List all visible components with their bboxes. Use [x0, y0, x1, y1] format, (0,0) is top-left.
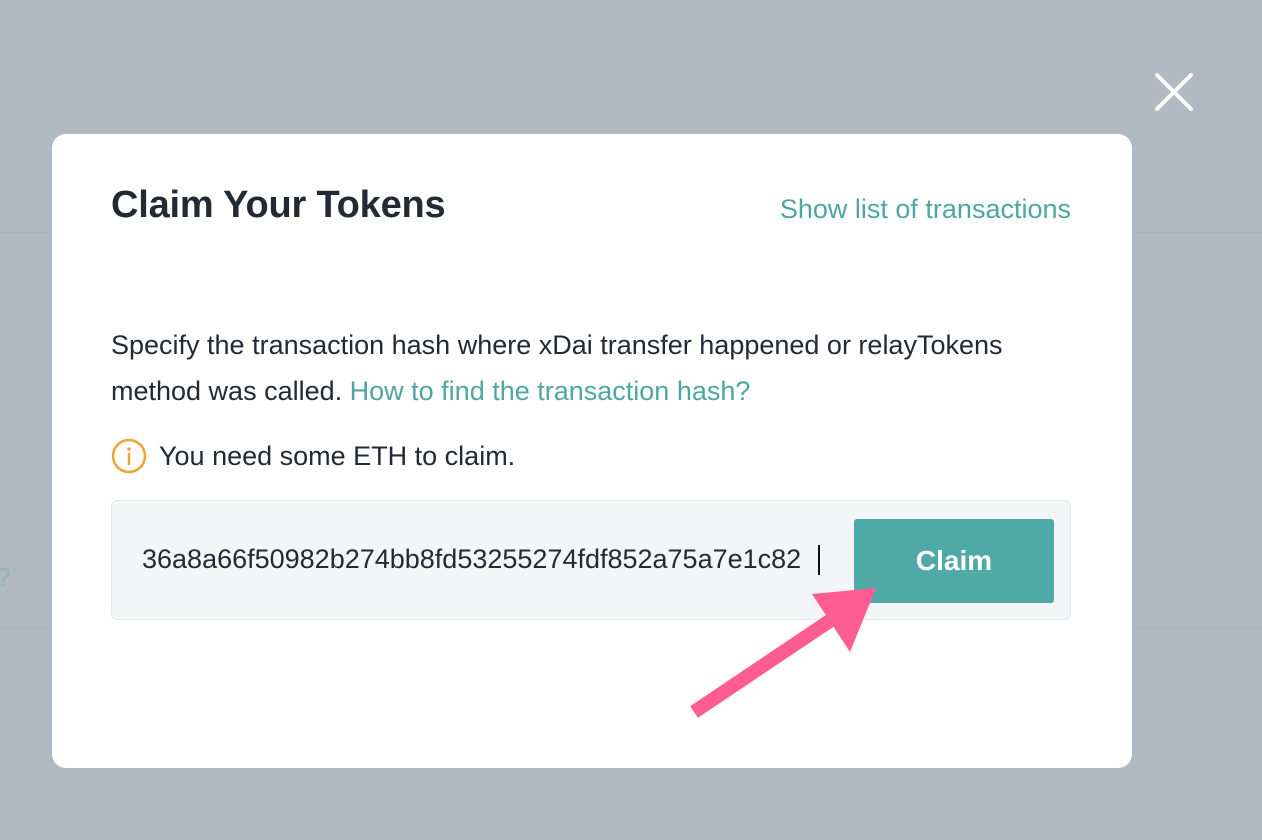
eth-warning: You need some ETH to claim. — [111, 436, 515, 476]
claim-tokens-modal: Claim Your Tokens Show list of transacti… — [52, 134, 1132, 768]
close-icon[interactable] — [1152, 70, 1196, 114]
background-question-glyph: ? — [0, 562, 10, 593]
info-icon — [111, 438, 147, 474]
text-caret — [818, 545, 820, 575]
eth-warning-text: You need some ETH to claim. — [159, 440, 516, 471]
instructions-text: Specify the transaction hash where xDai … — [111, 322, 1071, 414]
annotation-arrow-icon — [690, 588, 876, 718]
find-hash-help-link[interactable]: How to find the transaction hash? — [350, 376, 751, 406]
transaction-hash-input[interactable] — [142, 539, 822, 579]
hash-input-container: Claim — [111, 500, 1071, 620]
show-transactions-link[interactable]: Show list of transactions — [780, 194, 1071, 225]
modal-title: Claim Your Tokens — [111, 184, 446, 226]
